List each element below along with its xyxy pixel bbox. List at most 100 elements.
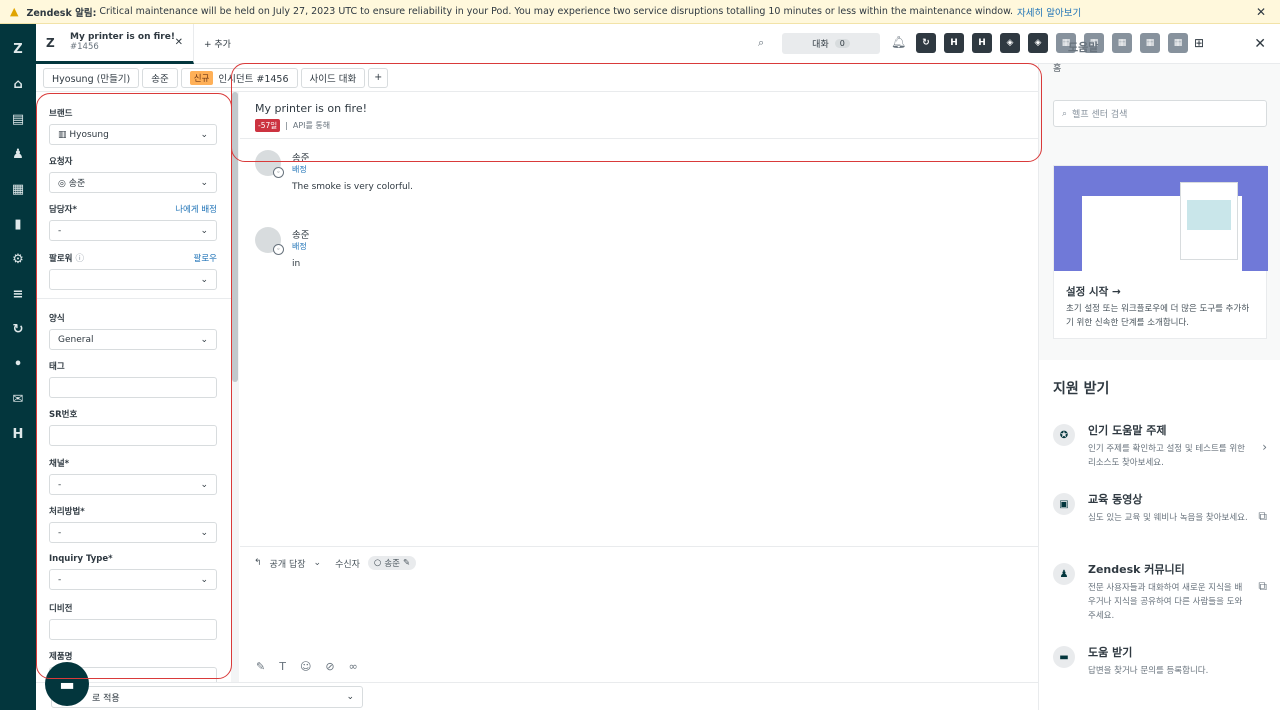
cube-app-icon[interactable]: ◈ bbox=[1000, 33, 1020, 53]
form-select[interactable]: General ⌄ bbox=[49, 329, 217, 350]
status-badge: 신규 bbox=[189, 70, 214, 85]
help-panel: 홈 ⌕ 헬프 센터 검색 설정 시작 → 초기 설정 또는 워크플로우에 더 많… bbox=[1038, 64, 1280, 710]
emoji-icon[interactable]: ☺ bbox=[300, 660, 311, 673]
close-tab-icon[interactable]: ✕ bbox=[175, 37, 183, 48]
assignee-field: 담당자* 나에게 배정 - ⌄ bbox=[49, 203, 217, 241]
followers-label: 팔로워 bbox=[49, 254, 73, 264]
zendesk-logo-icon[interactable]: Z bbox=[0, 32, 36, 67]
warning-icon: ▲ bbox=[10, 5, 19, 18]
tab-organization[interactable]: Hyosung (만들기) bbox=[43, 67, 140, 88]
grid-app-icon-5[interactable]: ▦ bbox=[1168, 33, 1188, 53]
help-item-title: 도움 받기 bbox=[1088, 646, 1133, 659]
ticket-tab-label: 인시던트 #1456 bbox=[218, 73, 289, 85]
tab-user[interactable]: 송준 bbox=[142, 67, 178, 88]
add-subtab-button[interactable]: + bbox=[368, 67, 389, 88]
sync-icon[interactable]: ↻ bbox=[0, 312, 36, 347]
h-app-button-1[interactable]: H bbox=[944, 33, 964, 53]
banner-link[interactable]: 자세히 알아보기 bbox=[1017, 5, 1081, 19]
organizations-icon[interactable]: ▦ bbox=[0, 172, 36, 207]
chevron-down-icon: ⌄ bbox=[200, 177, 208, 188]
chat-bubble-icon[interactable]: ▬ bbox=[45, 662, 89, 706]
mail-icon[interactable]: ✉ bbox=[0, 382, 36, 417]
attachment-icon[interactable]: ⊘ bbox=[325, 660, 334, 673]
requester-select[interactable]: ◎ 송준 ⌄ bbox=[49, 172, 217, 193]
add-tab-button[interactable]: + 추가 bbox=[204, 37, 231, 50]
breadcrumb-home[interactable]: 홈 bbox=[1053, 61, 1061, 74]
reply-type-select[interactable]: 공개 답장 bbox=[270, 557, 306, 570]
method-select[interactable]: - ⌄ bbox=[49, 522, 217, 543]
lifebuoy-icon: ✪ bbox=[1053, 424, 1075, 446]
maintenance-banner: ▲ Zendesk 알림: Critical maintenance will … bbox=[0, 0, 1280, 24]
chevron-down-icon[interactable]: ⌄ bbox=[314, 558, 322, 568]
close-icon[interactable]: ✕ bbox=[1256, 5, 1266, 19]
help-search-input[interactable]: ⌕ 헬프 센터 검색 bbox=[1053, 100, 1267, 127]
conversations-button[interactable]: 대화 0 bbox=[782, 33, 880, 54]
h-app-icon[interactable]: H bbox=[0, 417, 36, 452]
reporting-icon[interactable]: ▮ bbox=[0, 207, 36, 242]
grid-app-icon-4[interactable]: ▦ bbox=[1140, 33, 1160, 53]
message-author[interactable]: 송준 bbox=[292, 150, 309, 164]
home-icon[interactable]: ⌂ bbox=[0, 67, 36, 102]
channel-select[interactable]: - ⌄ bbox=[49, 474, 217, 495]
views-icon[interactable]: ▤ bbox=[0, 102, 36, 137]
card-title[interactable]: 설정 시작 → bbox=[1066, 284, 1121, 299]
edit-pencil-icon[interactable]: ✎ bbox=[403, 558, 410, 568]
admin-gear-icon[interactable]: ⚙ bbox=[0, 242, 36, 277]
assign-to-me-link[interactable]: 나에게 배정 bbox=[175, 203, 217, 215]
help-item-desc: 답변을 찾거나 문의를 등록합니다. bbox=[1088, 666, 1209, 676]
conversations-label: 대화 bbox=[812, 40, 829, 50]
grid-app-icon-3[interactable]: ▦ bbox=[1112, 33, 1132, 53]
tab-side-conversation[interactable]: 사이드 대화 bbox=[300, 67, 366, 88]
conversations-count: 0 bbox=[834, 39, 850, 48]
customers-icon[interactable]: ♟ bbox=[0, 137, 36, 172]
get-started-card[interactable]: 설정 시작 → 초기 설정 또는 워크플로우에 더 많은 도구를 추가하기 위한… bbox=[1053, 165, 1268, 339]
chevron-down-icon: ⌄ bbox=[200, 274, 208, 285]
search-icon[interactable]: ⌕ bbox=[758, 36, 764, 50]
ticket-subtabs: Hyosung (만들기) 송준 신규 인시던트 #1456 사이드 대화 + bbox=[36, 64, 1038, 92]
division-input[interactable] bbox=[49, 619, 217, 640]
cube-app-icon-2[interactable]: ◈ bbox=[1028, 33, 1048, 53]
macro-select[interactable]: 로 적용 ⌄ bbox=[51, 686, 363, 708]
link-icon[interactable]: ∞ bbox=[349, 660, 358, 673]
search-app-icon[interactable]: • bbox=[0, 347, 36, 382]
app-grid-icon[interactable]: ⊞ bbox=[1194, 36, 1204, 50]
help-item-title: 인기 도움말 주제 bbox=[1088, 424, 1167, 437]
recipient-chip[interactable]: ○ 송준 ✎ bbox=[367, 556, 417, 570]
user-icon: ○ bbox=[373, 558, 382, 568]
compose-icon[interactable]: ✎ bbox=[256, 660, 265, 673]
message-via[interactable]: 배정 bbox=[292, 164, 307, 175]
panel-close-icon[interactable]: ✕ bbox=[1254, 36, 1266, 52]
reply-editor[interactable]: ↰ 공개 답장 ⌄ 수신자 ○ 송준 ✎ ✎ T ☺ ⊘ ∞ bbox=[240, 546, 1038, 682]
ticket-tab[interactable]: Z My printer is on fire! #1456 ✕ bbox=[36, 24, 194, 64]
requester-value: 송준 bbox=[68, 179, 86, 189]
sr-input[interactable] bbox=[49, 425, 217, 446]
video-icon: ▣ bbox=[1053, 493, 1075, 515]
inquiry-select[interactable]: - ⌄ bbox=[49, 569, 217, 590]
follow-link[interactable]: 팔로우 bbox=[194, 252, 217, 264]
recipient-label: 수신자 bbox=[335, 559, 360, 570]
text-format-icon[interactable]: T bbox=[279, 660, 286, 673]
message-via[interactable]: 배정 bbox=[292, 241, 307, 252]
main-nav: Z ⌂ ▤ ♟ ▦ ▮ ⚙ ≡ ↻ • ✉ H bbox=[0, 24, 36, 710]
scrollbar-thumb[interactable] bbox=[232, 92, 238, 382]
followers-select[interactable]: ⌄ bbox=[49, 269, 217, 290]
notification-bell-icon[interactable]: 🔔︎ bbox=[891, 35, 906, 49]
assignee-label: 담당자* bbox=[49, 205, 77, 215]
assignee-select[interactable]: - ⌄ bbox=[49, 220, 217, 241]
external-link-icon: ⧉ bbox=[1258, 509, 1267, 523]
top-bar: Z My printer is on fire! #1456 ✕ + 추가 ⌕ … bbox=[36, 24, 1280, 64]
division-field: 디비전 bbox=[49, 602, 217, 640]
user-icon: ◎ bbox=[58, 179, 69, 189]
brand-select[interactable]: ▥ Hyosung ⌄ bbox=[49, 124, 217, 145]
sync-app-icon[interactable]: ↻ bbox=[916, 33, 936, 53]
inquiry-value: - bbox=[58, 574, 62, 585]
properties-scrollbar[interactable] bbox=[231, 92, 239, 682]
tab-ticket[interactable]: 신규 인시던트 #1456 bbox=[180, 67, 298, 88]
h-app-button-2[interactable]: H bbox=[972, 33, 992, 53]
message-author[interactable]: 송준 bbox=[292, 227, 309, 241]
ticket-properties-panel: 브랜드 ▥ Hyosung ⌄ 요청자 ◎ 송준 ⌄ 담당자* 나에게 배정 - … bbox=[36, 92, 232, 682]
ticket-subject[interactable]: My printer is on fire! bbox=[255, 102, 367, 115]
app-icon[interactable]: ≡ bbox=[0, 277, 36, 312]
reply-arrow-icon: ↰ bbox=[254, 558, 262, 568]
tags-input[interactable] bbox=[49, 377, 217, 398]
